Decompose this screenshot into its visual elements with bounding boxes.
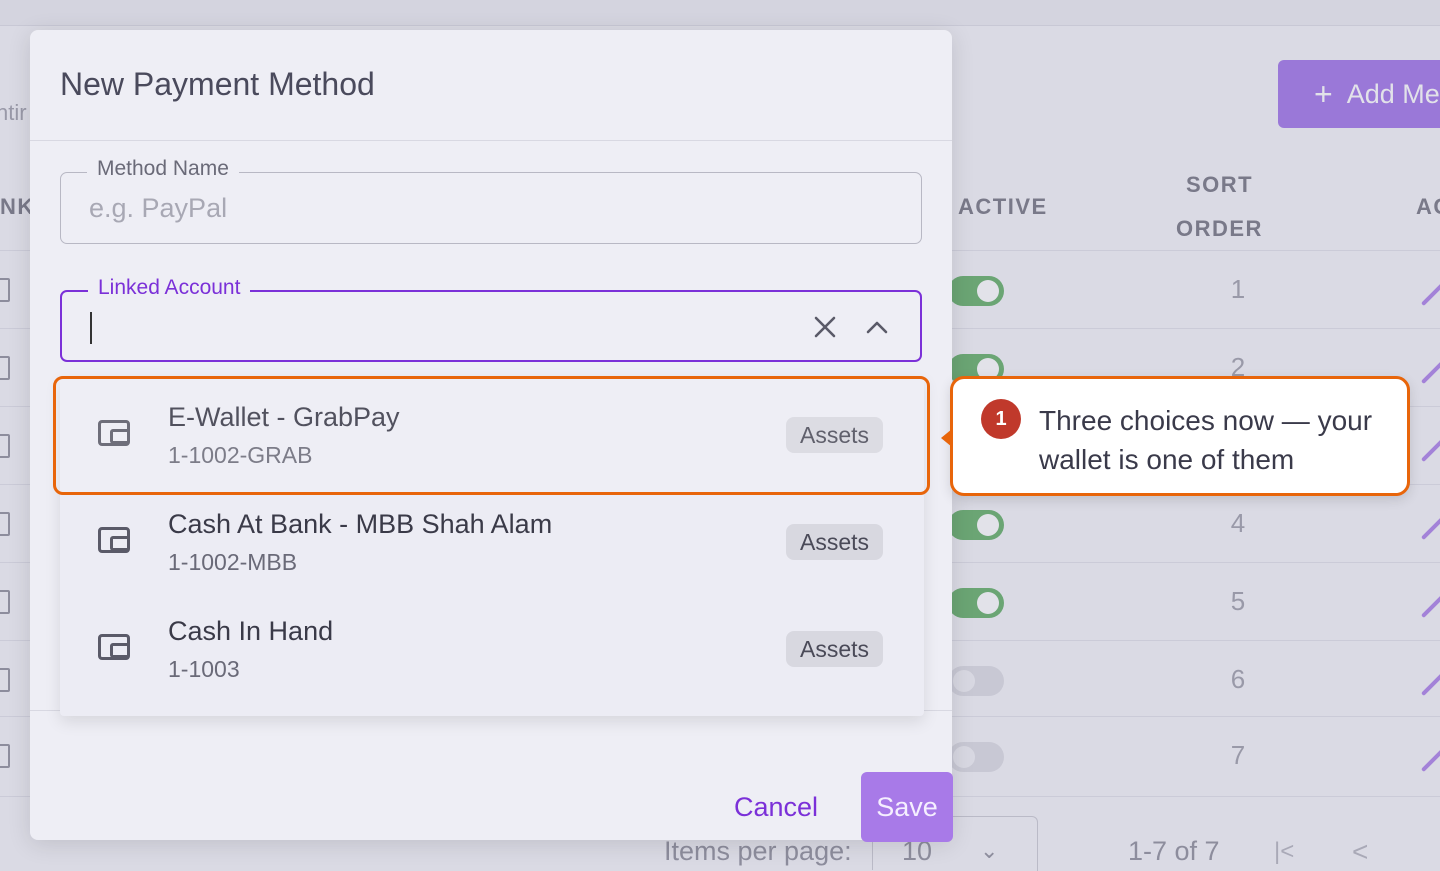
wallet-icon xyxy=(98,634,130,660)
method-name-field[interactable]: Method Name xyxy=(60,157,922,244)
linked-account-dropdown: E-Wallet - GrabPay 1-1002-GRAB Assets Ca… xyxy=(60,376,924,716)
dialog-title: New Payment Method xyxy=(60,66,375,102)
step-badge: 1 xyxy=(981,399,1021,439)
wallet-icon xyxy=(98,420,130,446)
option-title: Cash At Bank - MBB Shah Alam xyxy=(168,509,553,539)
text-cursor xyxy=(90,312,92,344)
linked-account-field[interactable]: Linked Account xyxy=(60,276,922,362)
callout-text: Three choices now — your wallet is one o… xyxy=(1039,405,1373,475)
option-type-chip: Assets xyxy=(786,417,884,453)
option-cash-at-bank[interactable]: Cash At Bank - MBB Shah Alam 1-1002-MBB … xyxy=(60,483,924,590)
wallet-icon xyxy=(98,527,130,553)
tutorial-callout: 1 Three choices now — your wallet is one… xyxy=(941,376,1410,496)
chevron-up-icon[interactable] xyxy=(860,310,894,344)
clear-icon[interactable] xyxy=(808,310,842,344)
option-code: 1-1002-GRAB xyxy=(168,442,313,468)
linked-account-label: Linked Account xyxy=(88,276,251,300)
option-title: E-Wallet - GrabPay xyxy=(168,402,400,432)
dialog-header-divider xyxy=(30,140,952,141)
cancel-button[interactable]: Cancel xyxy=(720,772,832,842)
option-e-wallet-grabpay[interactable]: E-Wallet - GrabPay 1-1002-GRAB Assets xyxy=(60,376,924,483)
save-button[interactable]: Save xyxy=(861,772,953,842)
callout-pointer xyxy=(941,429,952,447)
option-title: Cash In Hand xyxy=(168,616,334,646)
option-code: 1-1003 xyxy=(168,656,240,682)
option-type-chip: Assets xyxy=(786,524,884,560)
option-code: 1-1002-MBB xyxy=(168,549,298,575)
option-cash-in-hand[interactable]: Cash In Hand 1-1003 Assets xyxy=(60,590,924,697)
method-name-input[interactable] xyxy=(61,173,921,243)
option-type-chip: Assets xyxy=(786,631,884,667)
